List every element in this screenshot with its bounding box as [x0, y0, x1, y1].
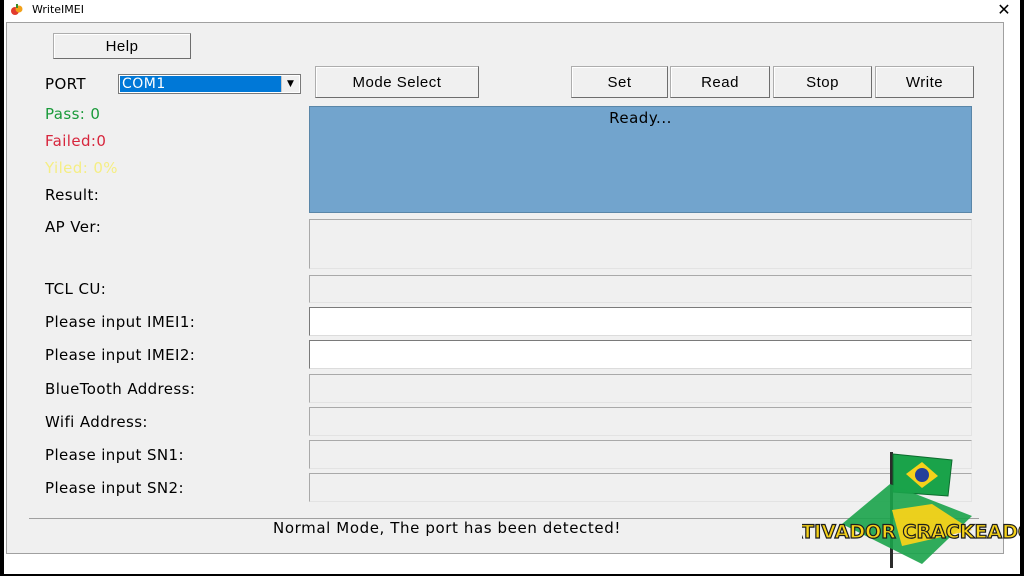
port-label: PORT: [45, 75, 86, 93]
ap-ver-field: [309, 219, 972, 269]
app-window: WriteIMEI ✕ Help PORT COM1 ▼ Mode Select…: [4, 0, 1020, 574]
title-bar[interactable]: WriteIMEI ✕: [4, 0, 1020, 20]
sn2-label: Please input SN2:: [45, 479, 184, 497]
imei1-input[interactable]: [309, 307, 972, 336]
window-title: WriteIMEI: [32, 3, 84, 16]
bluetooth-field: [309, 374, 972, 403]
status-bar-message: Normal Mode, The port has been detected!: [273, 519, 621, 537]
sn1-label: Please input SN1:: [45, 446, 184, 464]
wifi-field: [309, 407, 972, 436]
tcl-cu-field: [309, 275, 972, 303]
imei2-input[interactable]: [309, 340, 972, 369]
status-text: Ready...: [609, 109, 672, 127]
status-panel: Ready...: [309, 106, 972, 213]
help-button[interactable]: Help: [53, 33, 191, 59]
watermark-text: ATIVADOR CRACKEADO: [802, 521, 1020, 543]
ap-ver-label: AP Ver:: [45, 218, 102, 236]
yield-percent: Yiled: 0%: [45, 159, 118, 177]
imei2-label: Please input IMEI2:: [45, 346, 196, 364]
write-button[interactable]: Write: [875, 66, 974, 98]
tcl-cu-label: TCL CU:: [45, 280, 107, 298]
wifi-label: Wifi Address:: [45, 413, 148, 431]
port-select-value: COM1: [120, 76, 282, 92]
chevron-down-icon[interactable]: ▼: [281, 76, 299, 92]
imei1-label: Please input IMEI1:: [45, 313, 196, 331]
mode-select-button[interactable]: Mode Select: [315, 66, 479, 98]
set-button[interactable]: Set: [571, 66, 668, 98]
close-icon[interactable]: ✕: [994, 1, 1014, 19]
watermark-logo: ATIVADOR CRACKEADO: [802, 452, 1020, 568]
pass-count: Pass: 0: [45, 105, 101, 123]
failed-count: Failed:0: [45, 132, 107, 150]
result-label: Result:: [45, 186, 100, 204]
app-icon: [11, 4, 23, 15]
bluetooth-label: BlueTooth Address:: [45, 380, 196, 398]
port-select[interactable]: COM1 ▼: [118, 74, 301, 94]
stop-button[interactable]: Stop: [773, 66, 872, 98]
read-button[interactable]: Read: [670, 66, 770, 98]
